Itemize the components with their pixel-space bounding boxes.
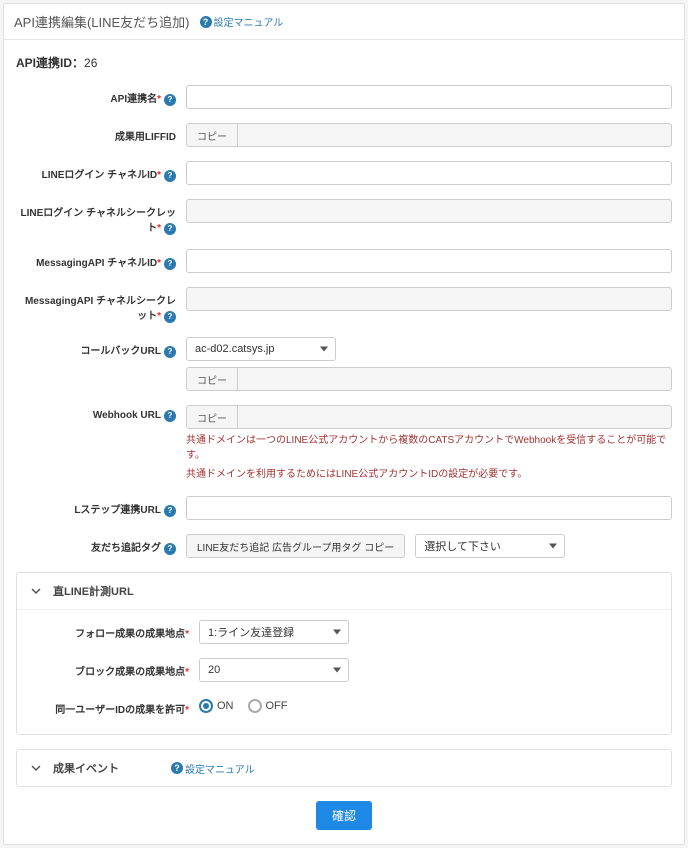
copy-webhook-button[interactable]: コピー [186,405,238,429]
radio-icon [199,699,213,713]
accordion-result-event-title: 成果イベント [53,760,119,776]
webhook-url-value [238,405,672,429]
label-liff-id: 成果用LIFFID [16,123,186,147]
help-icon[interactable]: ? [164,94,176,106]
help-icon[interactable]: ? [164,505,176,517]
select-block-conversion[interactable]: 20 [199,658,349,682]
label-lstep: Lステップ連携URL? [16,496,186,520]
manual-link[interactable]: ? 設定マニュアル [200,14,284,29]
help-icon: ? [171,762,183,774]
help-icon[interactable]: ? [164,223,176,235]
help-icon[interactable]: ? [164,311,176,323]
help-icon[interactable]: ? [164,543,176,555]
chevron-down-icon [31,763,41,773]
help-icon[interactable]: ? [164,258,176,270]
input-msg-channel[interactable] [186,249,672,273]
select-follow-conversion[interactable]: 1:ライン友達登録 [199,620,349,644]
copy-liff-button[interactable]: コピー [186,123,238,147]
help-icon: ? [200,16,212,28]
manual-link-label: 設定マニュアル [214,14,284,29]
accordion-direct-line-title: 直LINE計測URL [53,583,134,599]
chevron-down-icon [31,586,41,596]
help-icon[interactable]: ? [164,410,176,422]
result-event-manual-link[interactable]: ? 設定マニュアル [171,761,255,776]
label-follow-conversion: フォロー成果の成果地点* [29,620,199,644]
label-msg-channel: MessagingAPI チャネルID*? [16,249,186,273]
webhook-note-2: 共通ドメインを利用するためにはLINE公式アカウントIDの設定が必要です。 [186,467,672,482]
select-callback-domain[interactable]: ac-d02.catsys.jp [186,337,336,361]
label-callback: コールバックURL? [16,337,186,391]
accordion-direct-line: 直LINE計測URL フォロー成果の成果地点* 1:ライン友達登録 ブロック成 [16,572,672,735]
confirm-button[interactable]: 確認 [316,801,372,830]
card-header: API連携編集(LINE友だち追加) ? 設定マニュアル [4,4,684,40]
api-integration-card: API連携編集(LINE友だち追加) ? 設定マニュアル API連携ID：26 … [3,3,685,845]
label-login-channel: LINEログイン チャネルID*? [16,161,186,185]
friend-tag-copy-button[interactable]: LINE友だち追記 広告グループ用タグ コピー [186,534,405,558]
label-api-name: API連携名*? [16,85,186,109]
section-id-title: API連携ID：26 [16,54,672,71]
accordion-direct-line-toggle[interactable]: 直LINE計測URL [17,573,671,609]
accordion-result-event-toggle[interactable]: 成果イベント ? 設定マニュアル [17,750,671,786]
input-lstep-url[interactable] [186,496,672,520]
help-icon[interactable]: ? [164,346,176,358]
input-msg-secret[interactable] [186,287,672,311]
label-msg-secret: MessagingAPI チャネルシークレット*? [16,287,186,323]
result-event-manual-label: 設定マニュアル [185,761,255,776]
help-icon[interactable]: ? [164,170,176,182]
select-friend-tag[interactable]: 選択して下さい [415,534,565,558]
accordion-result-event: 成果イベント ? 設定マニュアル [16,749,672,787]
label-friend-tag: 友だち追記タグ? [16,534,186,558]
liff-id-value [238,123,672,147]
label-allow-same-user: 同一ユーザーIDの成果を許可* [29,696,199,716]
radio-allow-same-on[interactable]: ON [199,699,234,713]
radio-icon [248,699,262,713]
label-block-conversion: ブロック成果の成果地点* [29,658,199,682]
label-login-secret: LINEログイン チャネルシークレット*? [16,199,186,235]
input-login-channel[interactable] [186,161,672,185]
webhook-note-1: 共通ドメインは一つのLINE公式アカウントから複数のCATSアカウントでWebh… [186,433,672,463]
card-title: API連携編集(LINE友だち追加) [14,12,190,31]
callback-url-value [238,367,672,391]
label-webhook: Webhook URL? [16,405,186,482]
copy-callback-button[interactable]: コピー [186,367,238,391]
input-api-name[interactable] [186,85,672,109]
input-login-secret[interactable] [186,199,672,223]
radio-allow-same-off[interactable]: OFF [248,699,288,713]
